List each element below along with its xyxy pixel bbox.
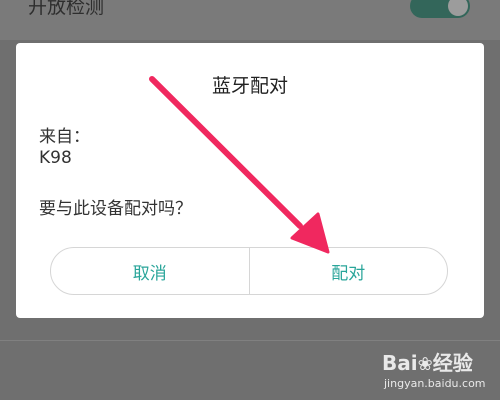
- watermark-logo-suffix: 经验: [432, 351, 473, 375]
- watermark-logo-text: Bai: [382, 351, 418, 375]
- background-toggle: [410, 0, 470, 18]
- dialog-title: 蓝牙配对: [211, 75, 288, 97]
- pair-button[interactable]: 配对: [250, 248, 448, 294]
- paw-icon: ❀: [417, 354, 433, 375]
- background-divider: [0, 340, 500, 341]
- background-setting-label: 开放检测: [28, 0, 105, 18]
- cancel-button[interactable]: 取消: [51, 248, 249, 294]
- watermark-url: jingyan.baidu.com: [384, 377, 486, 390]
- watermark-logo: Bai❀经验: [382, 347, 473, 376]
- from-label: 来自：: [39, 127, 90, 147]
- toggle-knob: [448, 0, 468, 16]
- dialog-button-group: 取消 配对: [50, 247, 448, 295]
- device-name: K98: [39, 148, 72, 168]
- bluetooth-pairing-dialog: 蓝牙配对 来自： K98 要与此设备配对吗？ 取消 配对: [16, 43, 484, 318]
- pairing-prompt: 要与此设备配对吗？: [39, 199, 192, 219]
- baidu-jingyan-watermark: Bai❀经验 jingyan.baidu.com: [382, 343, 500, 400]
